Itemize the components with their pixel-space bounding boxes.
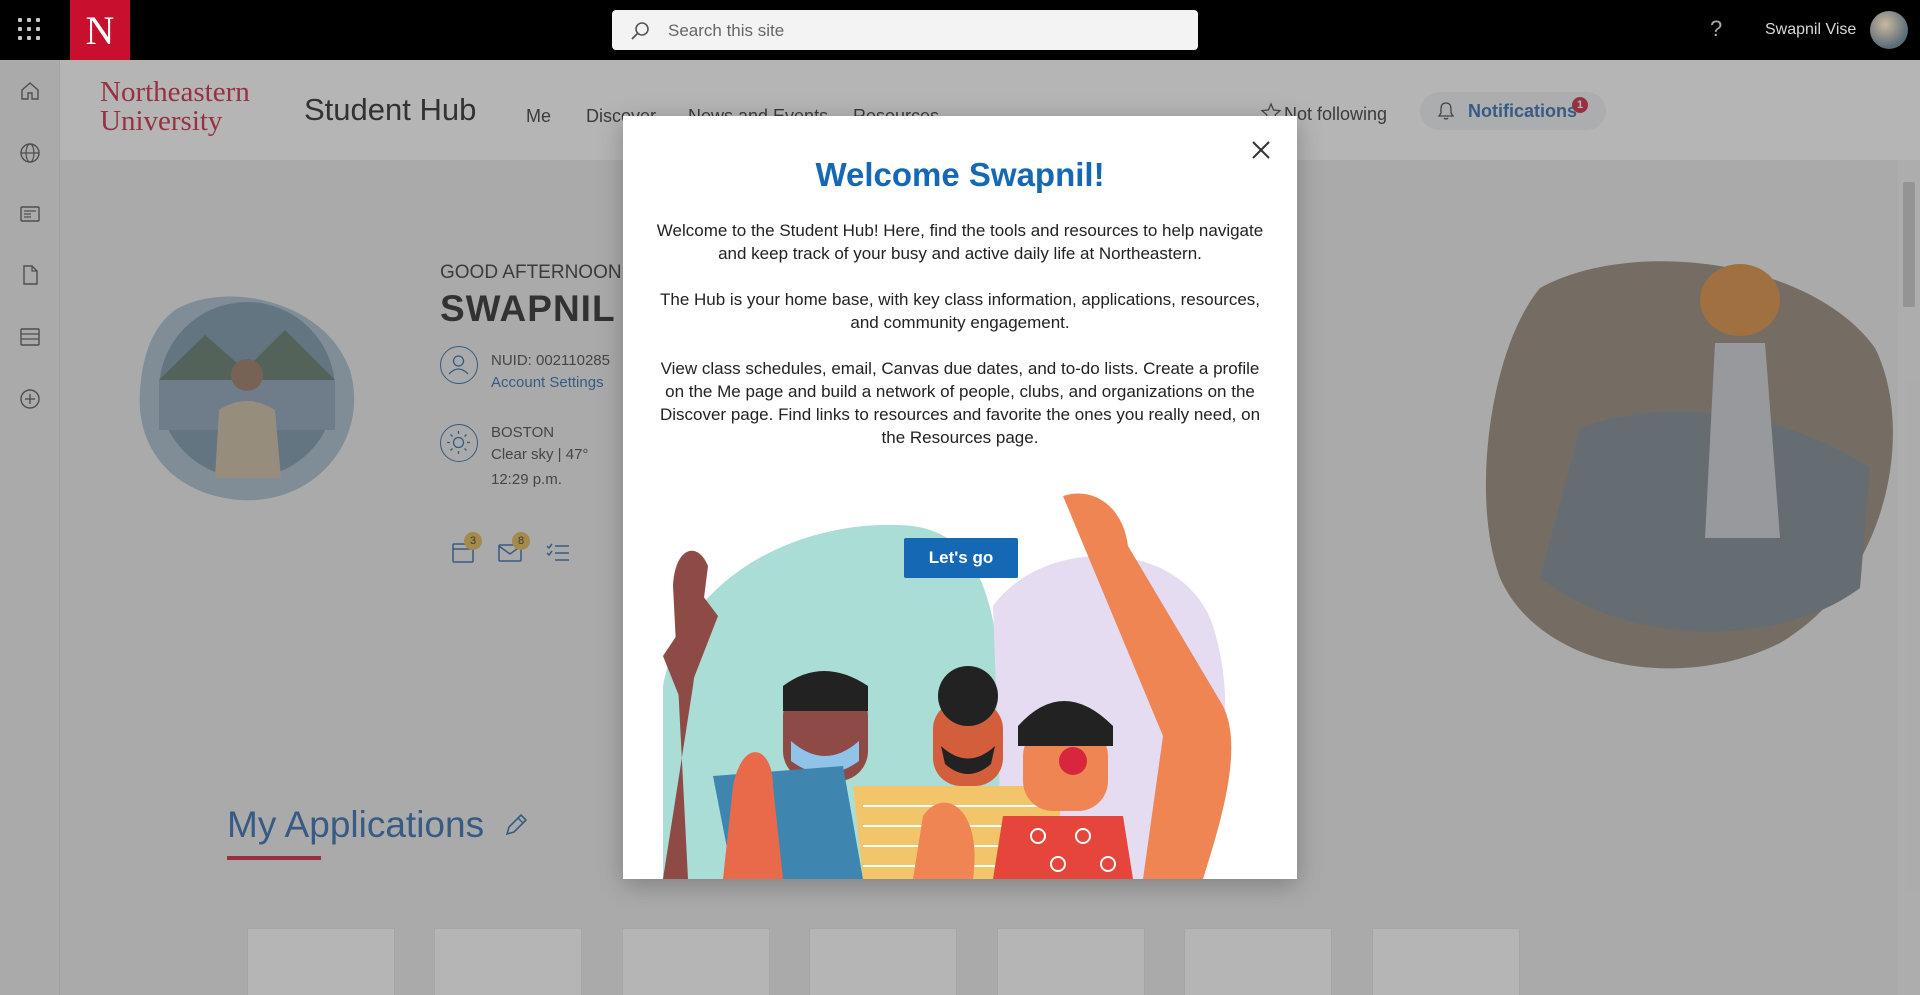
- modal-paragraph-1: Welcome to the Student Hub! Here, find t…: [656, 221, 1264, 263]
- user-avatar[interactable]: [1870, 11, 1908, 49]
- modal-paragraph-2: The Hub is your home base, with key clas…: [660, 290, 1260, 332]
- northeastern-logo[interactable]: N: [70, 0, 130, 60]
- welcome-modal: Welcome Swapnil! Welcome to the Student …: [623, 116, 1297, 879]
- modal-title: Welcome Swapnil!: [815, 156, 1105, 193]
- search-input[interactable]: Search this site: [612, 10, 1198, 50]
- app-launcher-icon[interactable]: [18, 18, 40, 40]
- search-placeholder: Search this site: [668, 21, 785, 40]
- lets-go-button[interactable]: Let's go: [904, 538, 1018, 578]
- user-name[interactable]: Swapnil Vise: [1765, 21, 1856, 39]
- modal-paragraph-3: View class schedules, email, Canvas due …: [659, 359, 1261, 447]
- top-bar: N Search this site ? Swapnil Vise: [0, 0, 1920, 60]
- help-icon[interactable]: ?: [1710, 16, 1722, 42]
- search-icon: [631, 22, 649, 40]
